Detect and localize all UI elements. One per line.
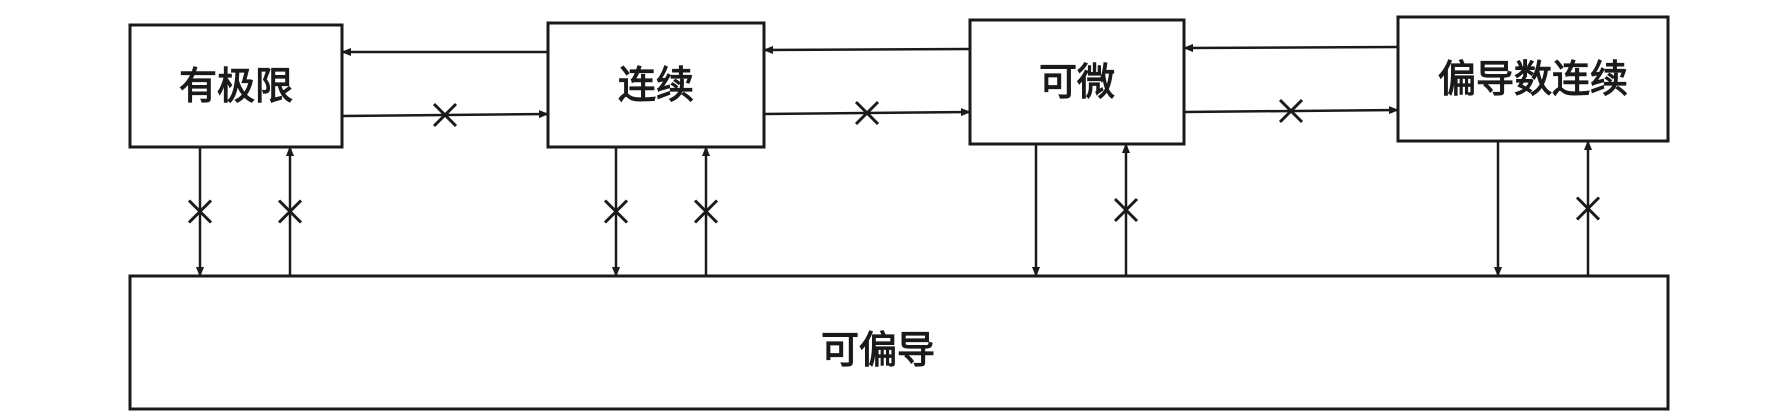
arrow-continuous-partials-to-differentiable	[1183, 43, 1399, 52]
node-differentiable: 可微	[968, 18, 1186, 146]
node-bounded-limit: 有极限	[128, 23, 344, 149]
node-continuous-partials: 偏导数连续	[1396, 15, 1670, 143]
node-label-continuous-partials: 偏导数连续	[1438, 57, 1628, 101]
arrow-differentiable-to-continuous	[763, 45, 971, 54]
node-label-bounded-limit: 有极限	[179, 64, 293, 108]
node-continuous: 连续	[546, 21, 766, 149]
node-label-partially-differentiable: 可偏导	[821, 328, 935, 372]
node-label-continuous: 连续	[618, 63, 694, 107]
node-partially-differentiable: 可偏导	[128, 274, 1670, 411]
implication-diagram: 有极限 连续 可微 偏导数连续 可偏导	[128, 15, 1670, 411]
node-label-differentiable: 可微	[1039, 60, 1115, 104]
